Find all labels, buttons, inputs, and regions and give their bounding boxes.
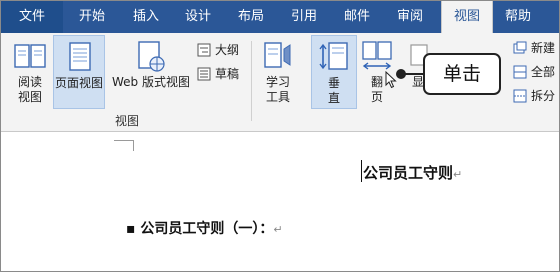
- tab-review[interactable]: 审阅: [385, 1, 435, 33]
- tab-view[interactable]: 视图: [441, 1, 493, 33]
- document-heading[interactable]: ▪ 公司员工守则（一）：↵: [126, 218, 283, 238]
- tab-insert[interactable]: 插入: [121, 1, 171, 33]
- tab-references[interactable]: 引用: [279, 1, 329, 33]
- vertical-label: 垂直: [327, 76, 340, 105]
- print-layout-label: 页面视图: [54, 76, 103, 90]
- split-button[interactable]: 拆分: [513, 87, 559, 105]
- new-window-button[interactable]: 新建: [513, 39, 559, 57]
- read-mode-label: 阅读 视图: [17, 75, 42, 104]
- click-callout: 单击: [423, 53, 501, 95]
- tab-layout[interactable]: 布局: [226, 1, 276, 33]
- web-layout-button[interactable]: Web 版式视图: [109, 35, 193, 109]
- globe-page-icon: [138, 41, 165, 72]
- group-separator: [251, 41, 252, 121]
- document-title[interactable]: 公司员工守则↵: [363, 162, 462, 183]
- draft-button[interactable]: 草稿: [197, 65, 247, 83]
- outline-button[interactable]: 大纲: [197, 41, 247, 59]
- tab-mailings[interactable]: 邮件: [332, 1, 382, 33]
- side-to-side-button[interactable]: 翻页: [357, 35, 397, 109]
- split-icon: [513, 89, 527, 103]
- arrange-all-icon: [513, 65, 527, 79]
- tab-design[interactable]: 设计: [173, 1, 223, 33]
- page-icon: [69, 42, 91, 71]
- new-window-icon: [513, 41, 527, 54]
- document-page[interactable]: 公司员工守则↵ ▪ 公司员工守则（一）：↵: [1, 132, 559, 271]
- callout-connector: [403, 73, 425, 75]
- print-layout-button[interactable]: 页面视图: [53, 35, 105, 109]
- tab-file[interactable]: 文件: [1, 1, 63, 33]
- word-window: 文件 开始 插入 设计 布局 引用 邮件 审阅 视图 帮助 阅读 视图 页面视图…: [0, 0, 560, 272]
- side-to-side-icon: [362, 41, 392, 70]
- book-open-icon: [14, 44, 46, 68]
- vertical-button[interactable]: 垂直: [311, 35, 357, 109]
- tab-home[interactable]: 开始: [67, 1, 117, 33]
- learning-tools-label: 学习 工具: [265, 75, 290, 104]
- outline-icon: [197, 43, 211, 57]
- vertical-scroll-icon: [319, 42, 348, 70]
- text-cursor: [361, 160, 362, 182]
- read-mode-button[interactable]: 阅读 视图: [7, 35, 53, 109]
- tab-help[interactable]: 帮助: [493, 1, 543, 33]
- draft-icon: [197, 67, 211, 81]
- page-corner-mark: [114, 140, 134, 151]
- learning-tools-button[interactable]: 学习 工具: [255, 35, 301, 109]
- learning-tools-icon: [264, 42, 291, 68]
- views-group-label: 视图: [115, 114, 140, 128]
- ribbon-tab-bar: 文件 开始 插入 设计 布局 引用 邮件 审阅 视图 帮助: [1, 1, 559, 33]
- web-layout-label: Web 版式视图: [112, 75, 190, 89]
- arrange-all-button[interactable]: 全部: [513, 63, 559, 81]
